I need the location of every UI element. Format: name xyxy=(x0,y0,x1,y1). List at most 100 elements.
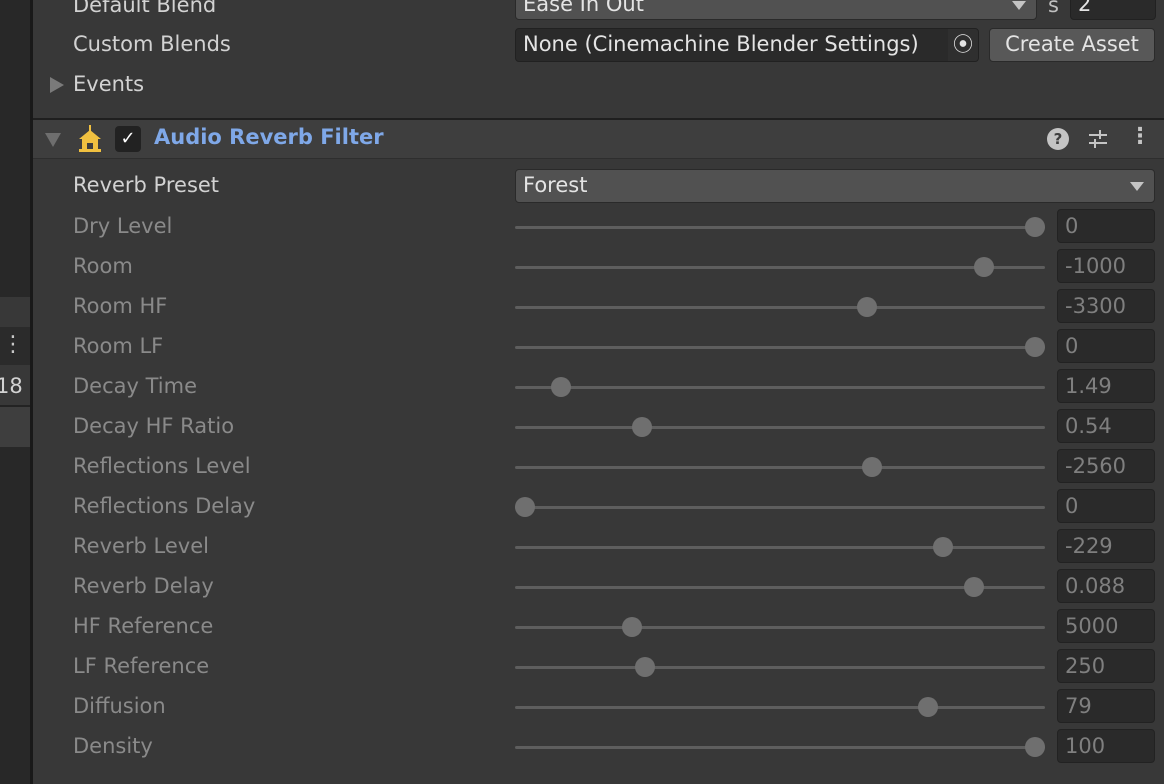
reverb-delay-input[interactable]: 0.088 xyxy=(1057,569,1155,603)
slider-thumb[interactable] xyxy=(856,297,877,317)
room-lf-slider[interactable] xyxy=(515,337,1045,357)
left-panel-value: 18 xyxy=(0,365,30,407)
default-blend-value: Ease In Out xyxy=(523,0,644,16)
diffusion-label: Diffusion xyxy=(73,694,166,718)
reflections-level-label: Reflections Level xyxy=(73,454,251,478)
decay-hf-ratio-slider[interactable] xyxy=(515,417,1045,437)
decay-time-input[interactable]: 1.49 xyxy=(1057,369,1155,403)
decay-time-label: Decay Time xyxy=(73,374,198,398)
dry-level-slider[interactable] xyxy=(515,217,1045,237)
audio-reverb-icon xyxy=(79,125,101,152)
room-hf-input[interactable]: -3300 xyxy=(1057,289,1155,323)
reflections-delay-input[interactable]: 0 xyxy=(1057,489,1155,523)
diffusion-slider[interactable] xyxy=(515,697,1045,717)
component-title: Audio Reverb Filter xyxy=(154,125,384,149)
left-panel-menu-button[interactable]: ⋮ xyxy=(0,327,30,365)
slider-thumb[interactable] xyxy=(933,537,954,557)
property-row: Density 100 xyxy=(33,726,1164,766)
default-blend-dropdown[interactable]: Ease In Out xyxy=(515,0,1037,20)
room-input[interactable]: -1000 xyxy=(1057,249,1155,283)
events-foldout[interactable]: Events xyxy=(73,72,144,96)
property-row: Room HF -3300 xyxy=(33,286,1164,326)
property-row: Diffusion 79 xyxy=(33,686,1164,726)
property-row: Reverb Level -229 xyxy=(33,526,1164,566)
custom-blends-label: Custom Blends xyxy=(73,32,231,56)
property-row: Decay HF Ratio 0.54 xyxy=(33,406,1164,446)
blend-time-input[interactable]: 2 xyxy=(1070,0,1156,20)
reflections-delay-slider[interactable] xyxy=(515,497,1045,517)
lf-reference-label: LF Reference xyxy=(73,654,210,678)
left-panel-row xyxy=(0,407,30,447)
left-panel-row xyxy=(0,297,30,327)
hf-reference-label: HF Reference xyxy=(73,614,214,638)
enabled-checkbox[interactable]: ✓ xyxy=(115,126,141,152)
room-lf-label: Room LF xyxy=(73,334,164,358)
density-input[interactable]: 100 xyxy=(1057,729,1155,763)
dry-level-input[interactable]: 0 xyxy=(1057,209,1155,243)
inspector-panel: Default Blend Ease In Out s 2 Custom Ble… xyxy=(33,0,1164,784)
slider-thumb[interactable] xyxy=(622,617,643,637)
room-hf-slider[interactable] xyxy=(515,297,1045,317)
reverb-preset-value: Forest xyxy=(523,173,588,197)
slider-thumb[interactable] xyxy=(634,657,655,677)
slider-thumb[interactable] xyxy=(1025,217,1045,237)
reverb-preset-dropdown[interactable]: Forest xyxy=(515,169,1155,203)
custom-blends-value: None (Cinemachine Blender Settings) xyxy=(523,32,919,56)
hf-reference-input[interactable]: 5000 xyxy=(1057,609,1155,643)
slider-thumb[interactable] xyxy=(1025,337,1045,357)
slider-thumb[interactable] xyxy=(917,697,938,717)
help-icon[interactable]: ? xyxy=(1047,128,1069,150)
component-header[interactable]: ✓ Audio Reverb Filter ? ⋮ xyxy=(33,118,1164,159)
reverb-level-label: Reverb Level xyxy=(73,534,209,558)
chevron-down-icon xyxy=(1130,182,1144,191)
decay-hf-ratio-input[interactable]: 0.54 xyxy=(1057,409,1155,443)
density-label: Density xyxy=(73,734,153,758)
property-row: Dry Level 0 xyxy=(33,206,1164,246)
custom-blends-object-field[interactable]: None (Cinemachine Blender Settings) ⦿ xyxy=(515,28,979,62)
slider-thumb[interactable] xyxy=(550,377,571,397)
reverb-delay-slider[interactable] xyxy=(515,577,1045,597)
lf-reference-input[interactable]: 250 xyxy=(1057,649,1155,683)
property-row: Reflections Delay 0 xyxy=(33,486,1164,526)
reflections-level-slider[interactable] xyxy=(515,457,1045,477)
dry-level-label: Dry Level xyxy=(73,214,173,238)
reverb-delay-label: Reverb Delay xyxy=(73,574,214,598)
property-row: Room -1000 xyxy=(33,246,1164,286)
slider-thumb[interactable] xyxy=(632,417,653,437)
slider-thumb[interactable] xyxy=(974,257,994,277)
room-label: Room xyxy=(73,254,133,278)
slider-thumb[interactable] xyxy=(861,457,882,477)
reverb-preset-label: Reverb Preset xyxy=(73,173,220,197)
room-slider[interactable] xyxy=(515,257,1045,277)
presets-icon[interactable] xyxy=(1087,128,1109,150)
slider-thumb[interactable] xyxy=(515,497,535,517)
default-blend-label: Default Blend xyxy=(73,0,217,17)
property-row: Reverb Delay 0.088 xyxy=(33,566,1164,606)
hf-reference-slider[interactable] xyxy=(515,617,1045,637)
object-picker-icon[interactable]: ⦿ xyxy=(948,29,978,61)
room-hf-label: Room HF xyxy=(73,294,168,318)
reverb-level-input[interactable]: -229 xyxy=(1057,529,1155,563)
collapse-arrow-icon[interactable] xyxy=(45,133,61,147)
reflections-delay-label: Reflections Delay xyxy=(73,494,256,518)
property-row: Decay Time 1.49 xyxy=(33,366,1164,406)
decay-hf-ratio-label: Decay HF Ratio xyxy=(73,414,235,438)
room-lf-input[interactable]: 0 xyxy=(1057,329,1155,363)
slider-thumb[interactable] xyxy=(963,577,984,597)
property-row: LF Reference 250 xyxy=(33,646,1164,686)
decay-time-slider[interactable] xyxy=(515,377,1045,397)
chevron-down-icon xyxy=(1012,1,1026,10)
reverb-level-slider[interactable] xyxy=(515,537,1045,557)
property-row: HF Reference 5000 xyxy=(33,606,1164,646)
create-asset-button[interactable]: Create Asset xyxy=(989,28,1155,62)
lf-reference-slider[interactable] xyxy=(515,657,1045,677)
slider-thumb[interactable] xyxy=(1025,737,1045,757)
property-row: Reflections Level -2560 xyxy=(33,446,1164,486)
density-slider[interactable] xyxy=(515,737,1045,757)
kebab-menu-icon[interactable]: ⋮ xyxy=(1129,124,1151,149)
reflections-level-input[interactable]: -2560 xyxy=(1057,449,1155,483)
property-row: Room LF 0 xyxy=(33,326,1164,366)
expand-arrow-icon[interactable] xyxy=(50,77,64,93)
diffusion-input[interactable]: 79 xyxy=(1057,689,1155,723)
seconds-unit: s xyxy=(1048,0,1059,17)
